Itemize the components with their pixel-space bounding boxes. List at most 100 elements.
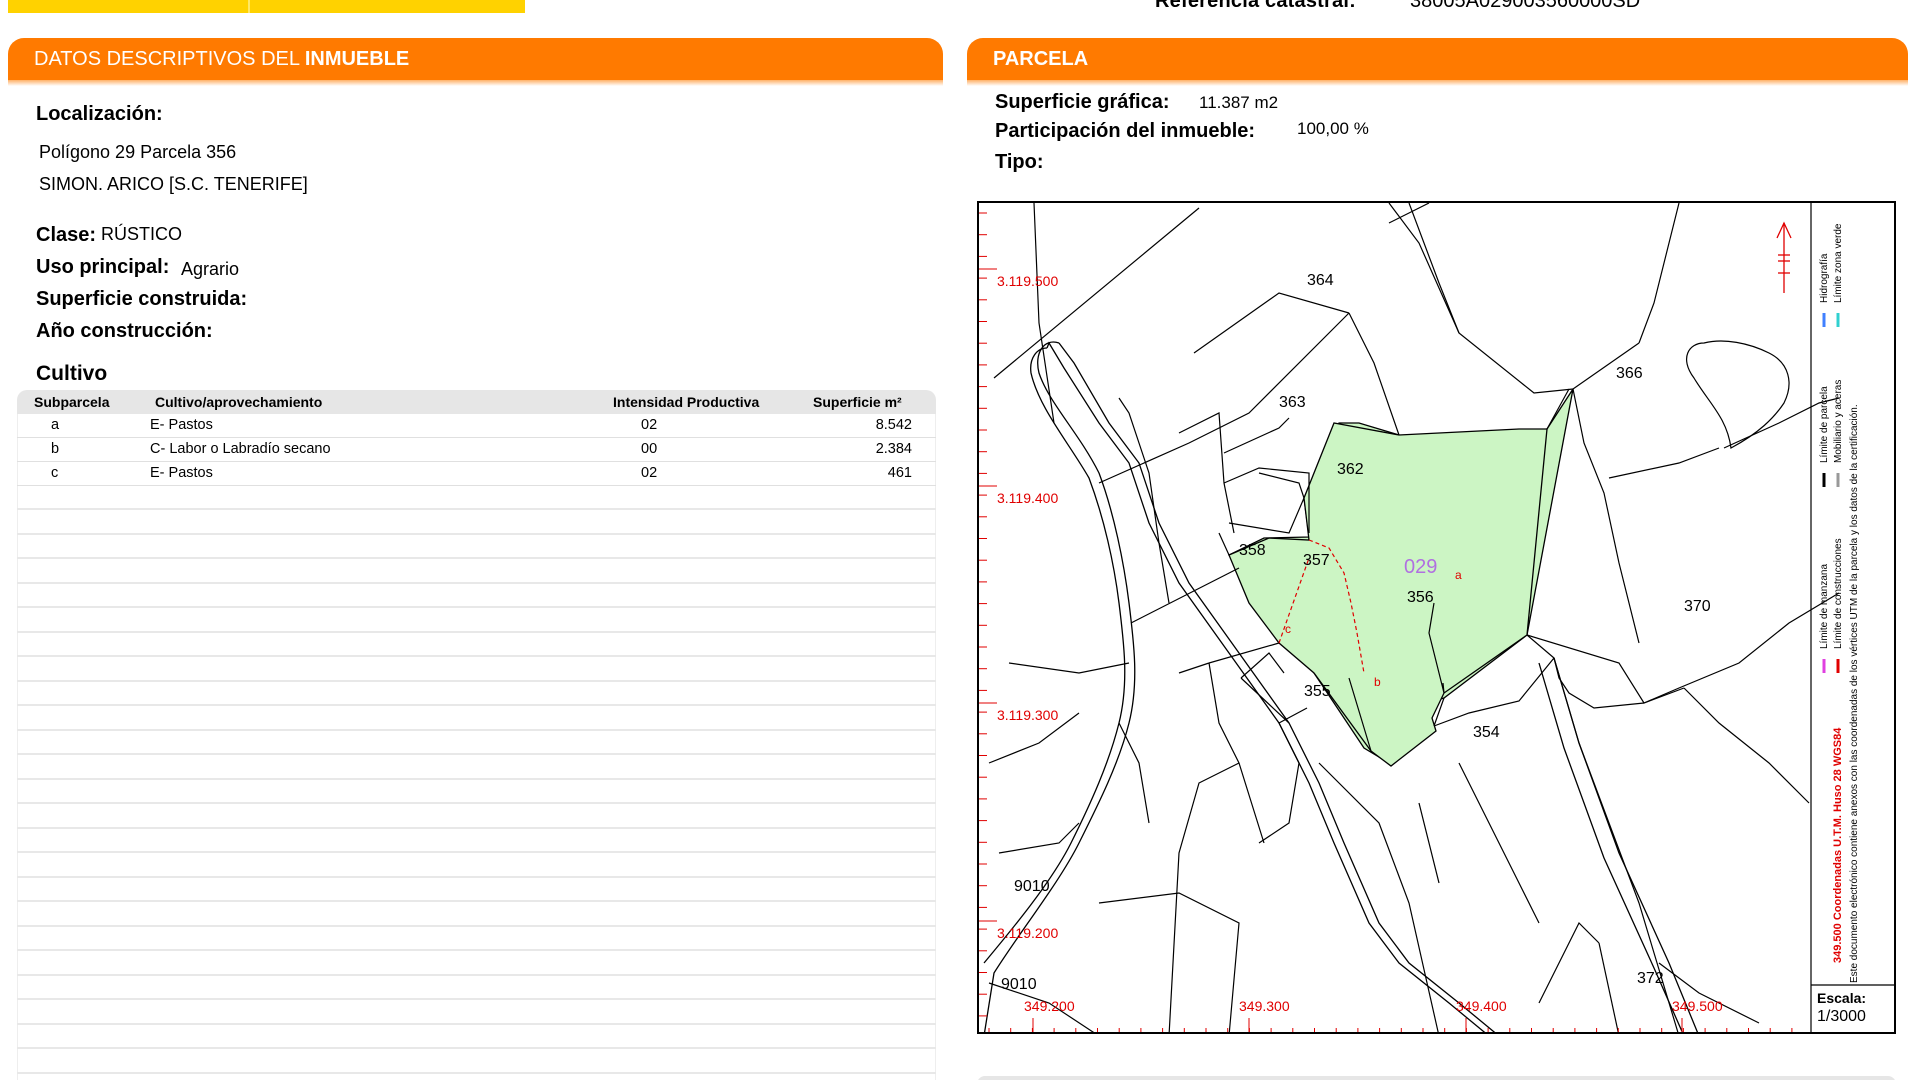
cell-intensidad: 02 <box>641 465 658 481</box>
cell-intensidad: 02 <box>641 417 658 433</box>
y-tick-label: 3.119.500 <box>997 273 1058 289</box>
parcel-label: 366 <box>1616 365 1643 382</box>
table-row: a E- Pastos 02 8.542 <box>17 414 936 438</box>
polygon-label: 029 <box>1404 556 1437 578</box>
cell-cultivo: C- Labor o Labradío secano <box>150 441 331 457</box>
subparcel-label: b <box>1374 675 1381 689</box>
header-emphasis: INMUEBLE <box>304 48 410 70</box>
cell-subparcela: a <box>51 417 60 433</box>
parcel-label: 357 <box>1303 552 1330 569</box>
empty-table-row <box>17 878 936 902</box>
legend-doc-note: Este documento electrónico contiene anex… <box>1849 404 1860 983</box>
empty-table-row <box>17 976 936 1000</box>
parcel-label: 354 <box>1473 724 1500 741</box>
legend-item: Límite de manzana <box>1819 564 1830 649</box>
scale-value: 1/3000 <box>1817 1008 1866 1025</box>
anio-label: Año construcción: <box>36 320 213 342</box>
empty-table-row <box>17 682 936 706</box>
scale-label: Escala: <box>1817 990 1866 1006</box>
parcel-356-main <box>1228 422 1548 767</box>
empty-table-row <box>17 584 936 608</box>
subparcel-label: c <box>1285 622 1291 636</box>
cultivo-table: Subparcela Cultivo/aprovechamiento Inten… <box>17 390 936 1080</box>
section-header-parcela: PARCELA <box>967 38 1908 86</box>
col-intensidad: Intensidad Productiva <box>613 394 760 410</box>
section-header-datos: DATOS DESCRIPTIVOS DEL INMUEBLE <box>8 38 943 86</box>
y-axis-labels: 3.119.500 3.119.400 3.119.300 3.119.200 <box>997 273 1058 941</box>
x-axis-labels: 349.200 349.300 349.400 349.500 <box>1024 998 1723 1014</box>
parcel-label: 364 <box>1307 272 1334 289</box>
x-tick-label: 349.300 <box>1239 998 1290 1014</box>
location-line2: SIMON. ARICO [S.C. TENERIFE] <box>39 174 308 194</box>
empty-table-row <box>17 560 936 584</box>
parcel-label: 356 <box>1407 589 1434 606</box>
map-drawing: 3.119.500 3.119.400 3.119.300 3.119.200 … <box>979 203 1894 1032</box>
tipo-label: Tipo: <box>995 151 1044 173</box>
parcel-366-outline <box>1686 340 1790 449</box>
table-row: c E- Pastos 02 461 <box>17 462 936 486</box>
superficie-construida-label: Superficie construida: <box>36 288 248 310</box>
subparcel-label: a <box>1455 568 1462 582</box>
superficie-grafica-label: Superficie gráfica: <box>995 91 1170 113</box>
legend-item: Mobiliario y aceras <box>1833 380 1844 463</box>
empty-table-row <box>17 805 936 829</box>
table-header: Subparcela Cultivo/aprovechamiento Inten… <box>17 390 936 414</box>
header-text: DATOS DESCRIPTIVOS DEL <box>34 48 305 70</box>
empty-table-row <box>17 829 936 853</box>
empty-table-row <box>17 707 936 731</box>
reference-label: Referencia catastral: <box>1155 0 1356 12</box>
parcel-label: 362 <box>1337 461 1364 478</box>
cell-cultivo: E- Pastos <box>150 417 213 433</box>
cell-superficie: 8.542 <box>875 417 912 433</box>
cultivo-title: Cultivo <box>36 362 108 385</box>
table-row: b C- Labor o Labradío secano 00 2.384 <box>17 438 936 462</box>
empty-table-row <box>17 486 936 510</box>
empty-table-row <box>17 952 936 976</box>
location-line1: Polígono 29 Parcela 356 <box>39 142 237 162</box>
cell-cultivo: E- Pastos <box>150 465 213 481</box>
cell-subparcela: c <box>51 465 59 481</box>
participacion-label: Participación del inmueble: <box>995 120 1256 142</box>
legend-text: Límite de manzana Límite de construccion… <box>1819 223 1860 983</box>
empty-table-row <box>17 903 936 927</box>
x-tick-label: 349.200 <box>1024 998 1075 1014</box>
empty-table-row <box>17 633 936 657</box>
legend-item: Hidrografía <box>1819 253 1830 303</box>
empty-table-row <box>17 854 936 878</box>
cell-superficie: 2.384 <box>875 441 912 457</box>
reference-value: 38005A029003560000SD <box>1410 0 1641 12</box>
cell-subparcela: b <box>51 441 60 457</box>
cadastral-map[interactable]: 3.119.500 3.119.400 3.119.300 3.119.200 … <box>977 201 1896 1034</box>
legend-coord-note: 349.500 Coordenadas U.T.M. Huso 28 WGS84 <box>1832 727 1844 963</box>
empty-table-row <box>17 1001 936 1025</box>
participacion-value: 100,00 % <box>1297 119 1369 138</box>
col-superficie: Superficie m² <box>813 394 902 410</box>
parcel-label: 9010 <box>1014 878 1050 895</box>
y-tick-label: 3.119.200 <box>997 925 1058 941</box>
cell-intensidad: 00 <box>641 441 658 457</box>
empty-table-row <box>17 927 936 951</box>
empty-table-row <box>17 535 936 559</box>
parcel-label: 370 <box>1684 598 1711 615</box>
clase-value: RÚSTICO <box>101 224 182 244</box>
col-cultivo: Cultivo/aprovechamiento <box>155 394 323 410</box>
col-subparcela: Subparcela <box>34 394 110 410</box>
parcel-label: 372 <box>1637 970 1664 987</box>
parcel-label: 363 <box>1279 394 1306 411</box>
y-tick-label: 3.119.400 <box>997 490 1058 506</box>
location-label: Localización: <box>36 103 163 125</box>
empty-table-row <box>17 1025 936 1049</box>
legend-item: Límite de construcciones <box>1833 538 1844 649</box>
empty-table-row <box>17 609 936 633</box>
north-arrow-icon <box>1776 221 1792 293</box>
superficie-grafica-value: 11.387 m2 <box>1199 93 1279 112</box>
x-tick-label: 349.500 <box>1672 998 1723 1014</box>
empty-table-row <box>17 658 936 682</box>
empty-table-row <box>17 511 936 535</box>
parcel-label: 355 <box>1304 683 1331 700</box>
parcel-label: 358 <box>1239 542 1266 559</box>
y-tick-label: 3.119.300 <box>997 707 1058 723</box>
legend-item: Límite zona verde <box>1833 223 1844 303</box>
next-section-header <box>977 1076 1896 1080</box>
cell-superficie: 461 <box>887 465 912 481</box>
